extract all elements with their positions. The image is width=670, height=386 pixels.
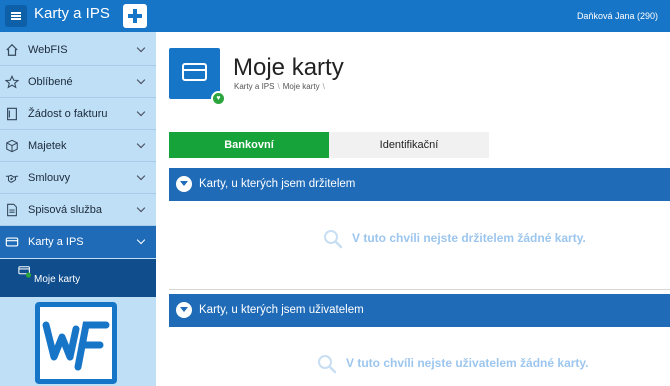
breadcrumb-separator: \ [277, 82, 280, 91]
box-icon [6, 139, 18, 153]
divider [169, 289, 670, 290]
breadcrumb-item[interactable]: Moje karty [283, 82, 320, 91]
breadcrumb: Karty a IPS \ Moje karty \ [234, 82, 328, 91]
sidebar-item-favorites[interactable]: Oblíbené [0, 66, 156, 98]
sidebar-item-cards-ips[interactable]: Karty a IPS [0, 226, 156, 258]
user-name[interactable]: Daňková Jana (290) [577, 11, 658, 21]
chevron-down-icon [136, 203, 146, 213]
sidebar-item-label: Smlouvy [28, 172, 71, 184]
app-title: Karty a IPS [34, 5, 110, 22]
add-button[interactable] [123, 4, 147, 28]
home-icon [6, 43, 18, 56]
credit-card-icon [5, 237, 19, 247]
sidebar-item-webfis[interactable]: WebFIS [0, 34, 156, 66]
chevron-down-icon [136, 139, 146, 149]
empty-message-text: V tuto chvíli nejste uživatelem žádné ka… [346, 356, 589, 370]
chevron-down-icon [136, 43, 146, 53]
section-user-header[interactable]: Karty, u kterých jsem uživatelem [169, 294, 670, 327]
sidebar-item-label: WebFIS [28, 44, 68, 56]
search-icon [324, 230, 343, 249]
search-icon [318, 355, 337, 374]
wf-logo-icon [35, 302, 117, 384]
document-icon [7, 107, 17, 121]
sidebar-item-label: Karty a IPS [28, 236, 84, 248]
breadcrumb-separator: \ [322, 82, 325, 91]
sidebar-item-contracts[interactable]: Smlouvy [0, 162, 156, 194]
sidebar-item-label: Spisová služba [28, 204, 102, 216]
card-user-icon [18, 266, 32, 278]
file-icon [7, 203, 17, 217]
section-title: Karty, u kterých jsem uživatelem [199, 304, 364, 316]
sidebar-item-invoice-request[interactable]: Žádost o fakturu [0, 98, 156, 130]
chevron-down-icon [136, 171, 146, 181]
chevron-down-icon [136, 235, 146, 245]
chevron-down-icon [136, 107, 146, 117]
section-holder-header[interactable]: Karty, u kterých jsem držitelem [169, 168, 670, 201]
sidebar-subitem-my-cards[interactable]: Moje karty [0, 259, 156, 297]
tab-bank[interactable]: Bankovní [169, 132, 329, 158]
sidebar-item-assets[interactable]: Majetek [0, 130, 156, 162]
collapse-toggle-icon[interactable] [176, 302, 192, 318]
chevron-down-icon [136, 75, 146, 85]
sidebar-subitem-label: Moje karty [34, 274, 81, 285]
sidebar-item-label: Žádost o fakturu [28, 108, 108, 120]
collapse-toggle-icon[interactable] [176, 176, 192, 192]
handshake-icon [5, 174, 19, 183]
tab-identification[interactable]: Identifikační [329, 132, 489, 158]
page-header-icon [169, 48, 220, 99]
heart-icon: ♥ [213, 93, 224, 104]
breadcrumb-item[interactable]: Karty a IPS [234, 82, 274, 91]
page-title: Moje karty [233, 54, 344, 81]
empty-message-text: V tuto chvíli nejste držitelem žádné kar… [352, 231, 586, 245]
sidebar-item-label: Majetek [28, 140, 67, 152]
hamburger-icon[interactable] [5, 5, 27, 27]
sidebar-item-label: Oblíbené [28, 76, 73, 88]
sidebar-item-records-service[interactable]: Spisová služba [0, 194, 156, 226]
star-icon [5, 75, 19, 89]
favorite-badge[interactable]: ♥ [211, 91, 226, 106]
section-title: Karty, u kterých jsem držitelem [199, 178, 356, 190]
top-bar: Karty a IPS Daňková Jana (290) [0, 0, 670, 32]
sidebar: WebFIS Oblíbené Žádost o fakturu Majetek… [0, 32, 156, 386]
credit-card-icon [182, 63, 207, 81]
